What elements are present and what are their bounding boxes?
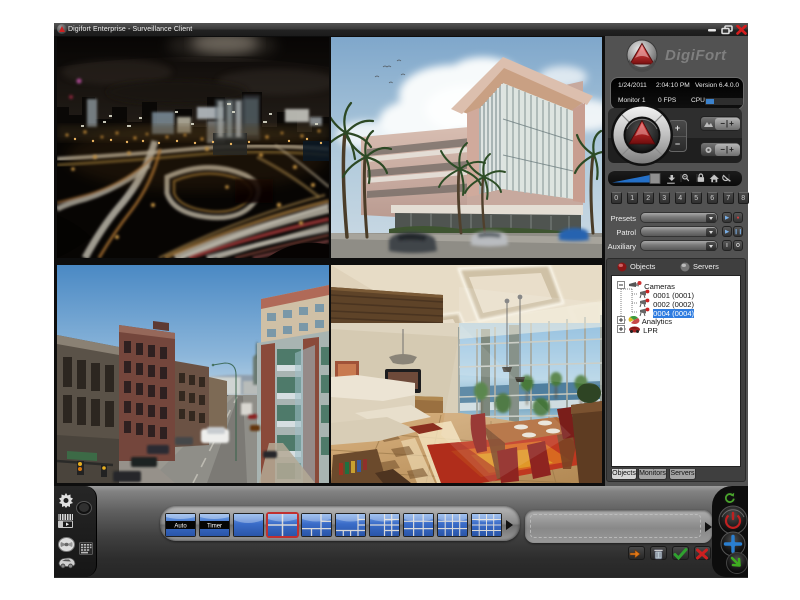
svg-text:DigiFort: DigiFort	[665, 47, 727, 64]
svg-text:Auto: Auto	[174, 524, 187, 530]
svg-text:Timer: Timer	[207, 524, 222, 530]
